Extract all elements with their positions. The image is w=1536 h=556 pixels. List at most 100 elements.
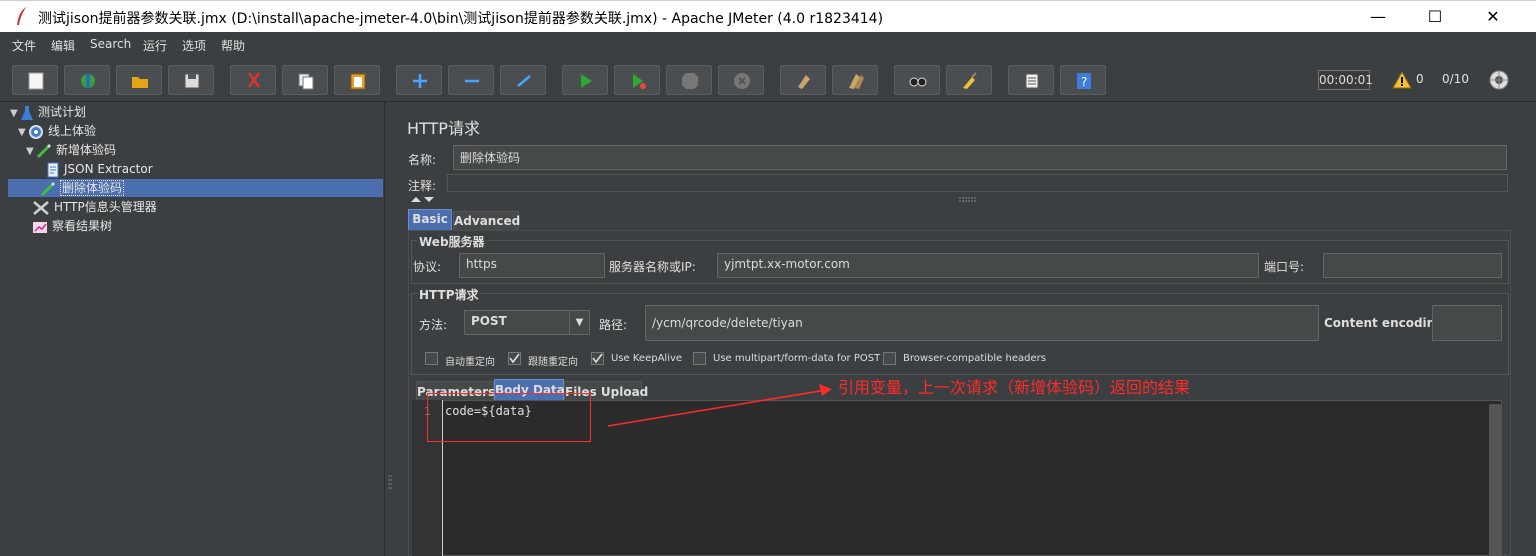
tree-node-thread-group[interactable]: ▼ 线上体验 (18, 122, 96, 140)
window-title: 测试jison提前器参数关联.jmx (D:\install\apache-jm… (38, 11, 884, 27)
http-sampler-icon (40, 181, 56, 196)
copy-button[interactable] (282, 65, 328, 95)
tree-label: 删除体验码 (60, 180, 125, 196)
tree-node-json-extractor[interactable]: JSON Extractor (46, 160, 153, 178)
follow-redirect-checkbox[interactable] (508, 352, 521, 365)
clear-button[interactable] (780, 65, 826, 95)
extractor-icon (47, 162, 59, 177)
annotation-highlight-box (427, 393, 591, 442)
tab-advanced[interactable]: Advanced (453, 211, 520, 231)
search-button[interactable] (894, 65, 940, 95)
name-field[interactable]: 删除体验码 (453, 145, 1507, 170)
thread-count: 0/10 (1442, 72, 1469, 86)
menu-help[interactable]: 帮助 (221, 37, 245, 54)
help-button[interactable]: ? (1060, 65, 1106, 95)
keepalive-label: Use KeepAlive (611, 353, 683, 364)
shutdown-icon (734, 73, 750, 89)
tree-node-result-tree[interactable]: 察看结果树 (32, 217, 112, 235)
save-icon (184, 73, 200, 89)
expand-triangle-icon[interactable]: ▼ (10, 105, 20, 123)
annotation-arrow-icon (607, 384, 832, 427)
test-plan-icon (21, 105, 33, 120)
tree-node-delete-code-sampler[interactable]: 删除体验码 (40, 179, 125, 197)
tree-node-add-code-sampler[interactable]: ▼ 新增体验码 (26, 141, 116, 159)
tab-basic[interactable]: Basic (408, 209, 452, 231)
menu-run[interactable]: 运行 (143, 37, 167, 54)
new-button[interactable] (12, 65, 58, 95)
cut-button[interactable] (230, 65, 276, 95)
toggle-icon (517, 75, 531, 87)
port-field[interactable] (1323, 253, 1502, 278)
paste-button[interactable] (334, 65, 380, 95)
close-button[interactable]: ✕ (1470, 1, 1516, 33)
new-icon (28, 72, 44, 90)
shutdown-button[interactable] (718, 65, 764, 95)
minimize-button[interactable]: — (1355, 1, 1401, 33)
tree-node-test-plan[interactable]: ▼ 测试计划 (10, 103, 86, 121)
protocol-field[interactable]: https (459, 253, 605, 278)
path-field[interactable]: /ycm/qrcode/delete/tiyan (645, 305, 1319, 341)
function-helper-button[interactable] (1008, 65, 1054, 95)
tree-label: JSON Extractor (64, 162, 153, 176)
menu-options[interactable]: 选项 (182, 37, 206, 54)
function-helper-icon (1025, 73, 1039, 89)
collapse-button[interactable] (448, 65, 494, 95)
menu-file[interactable]: 文件 (12, 37, 36, 54)
collapse-arrows-icon[interactable] (410, 195, 436, 203)
editor-scrollbar[interactable] (1489, 404, 1501, 556)
tree-label: 察看结果树 (52, 219, 113, 233)
start-no-pause-button[interactable] (614, 65, 660, 95)
name-label: 名称: (408, 153, 437, 167)
warning-icon[interactable] (1392, 71, 1412, 89)
title-bar: 测试jison提前器参数关联.jmx (D:\install\apache-jm… (0, 0, 1536, 32)
remote-engines-icon[interactable] (1488, 69, 1510, 91)
maximize-button[interactable]: ☐ (1412, 1, 1458, 33)
auto-redirect-label: 自动重定向 (445, 357, 495, 368)
grip-icon (388, 475, 392, 489)
collapse-icon (465, 79, 479, 83)
browser-headers-label: Browser-compatible headers (903, 353, 1046, 364)
clear-all-button[interactable] (832, 65, 878, 95)
toggle-button[interactable] (500, 65, 546, 95)
protocol-label: 协议: (413, 260, 442, 274)
save-button[interactable] (168, 65, 214, 95)
start-button[interactable] (562, 65, 608, 95)
menu-search[interactable]: Search (90, 37, 131, 51)
reset-search-button[interactable] (946, 65, 992, 95)
svg-text:?: ? (1081, 75, 1087, 89)
elapsed-timer: 00:00:01 (1318, 70, 1373, 90)
chevron-down-icon[interactable]: ▼ (569, 311, 589, 334)
keepalive-checkbox[interactable] (591, 352, 604, 365)
multipart-label: Use multipart/form-data for POST (713, 353, 881, 364)
paste-icon (350, 73, 366, 90)
auto-redirect-checkbox[interactable] (425, 352, 438, 365)
port-label: 端口号: (1264, 260, 1305, 274)
expand-button[interactable] (396, 65, 442, 95)
content-encoding-label: Content encoding: (1324, 316, 1449, 330)
tree-label: HTTP信息头管理器 (54, 200, 157, 214)
comment-field[interactable] (447, 174, 1508, 192)
content-encoding-field[interactable] (1432, 305, 1502, 341)
menu-edit[interactable]: 编辑 (51, 37, 75, 54)
expand-triangle-icon[interactable]: ▼ (26, 143, 36, 161)
tree-label: 线上体验 (48, 124, 97, 138)
comment-label: 注释: (408, 179, 437, 193)
templates-button[interactable] (64, 65, 110, 95)
method-label: 方法: (419, 318, 448, 332)
result-tree-icon (33, 221, 47, 233)
clear-all-icon (849, 74, 864, 89)
server-field[interactable]: yjmtpt.xx-motor.com (717, 253, 1259, 278)
http-sampler-icon (36, 143, 52, 158)
stop-button[interactable] (666, 65, 712, 95)
split-divider[interactable] (385, 102, 395, 556)
browser-headers-checkbox[interactable] (883, 352, 896, 365)
stop-icon (682, 73, 698, 89)
multipart-checkbox[interactable] (693, 352, 706, 365)
resize-grip-icon[interactable] (958, 197, 978, 202)
toolbar: ? (0, 58, 1536, 102)
tree-node-header-manager[interactable]: HTTP信息头管理器 (32, 198, 157, 216)
open-button[interactable] (116, 65, 162, 95)
expand-triangle-icon[interactable]: ▼ (18, 124, 28, 142)
jmeter-feather-icon (17, 7, 26, 25)
follow-redirect-label: 跟随重定向 (528, 357, 578, 368)
